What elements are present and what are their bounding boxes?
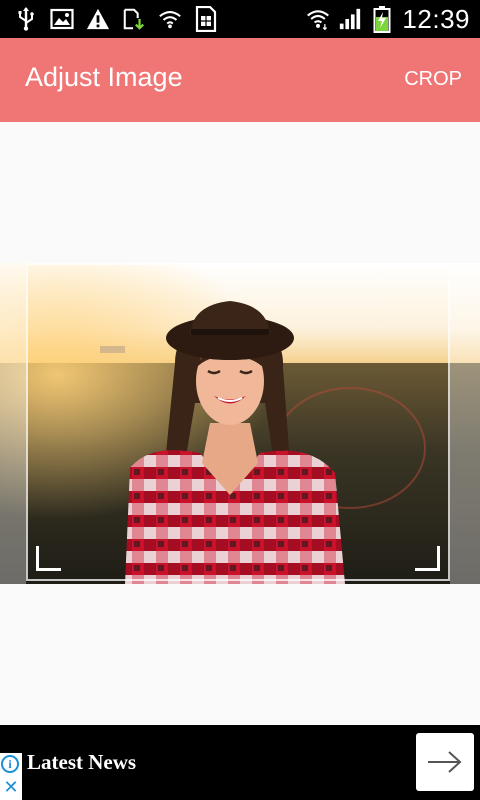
crop-image-area[interactable] bbox=[0, 263, 480, 584]
cell-signal-icon bbox=[338, 7, 362, 31]
status-bar: 12:39 bbox=[0, 0, 480, 38]
crop-button[interactable]: CROP bbox=[404, 68, 462, 91]
arrow-right-icon bbox=[428, 751, 462, 773]
crop-overlay-right bbox=[450, 263, 480, 584]
crop-handle-bottom-right[interactable] bbox=[415, 546, 440, 571]
system-icons: 12:39 bbox=[306, 4, 470, 34]
crop-frame[interactable] bbox=[26, 263, 450, 581]
wifi-icon bbox=[158, 7, 182, 31]
sim-icon bbox=[194, 6, 218, 32]
notification-icons bbox=[14, 6, 218, 32]
crop-handle-bottom-left[interactable] bbox=[36, 546, 61, 571]
info-icon[interactable]: i bbox=[1, 755, 19, 773]
close-icon[interactable]: ✕ bbox=[2, 779, 20, 797]
page-title: Adjust Image bbox=[25, 62, 183, 92]
download-icon bbox=[122, 7, 146, 31]
ad-open-button[interactable] bbox=[416, 733, 474, 791]
usb-icon bbox=[14, 7, 38, 31]
wifi-signal-icon bbox=[306, 7, 330, 31]
ad-headline[interactable]: Latest News bbox=[27, 750, 136, 775]
ad-choices[interactable]: i ✕ bbox=[0, 753, 22, 800]
warning-icon bbox=[86, 7, 110, 31]
status-clock: 12:39 bbox=[402, 3, 470, 34]
image-icon bbox=[50, 7, 74, 31]
app-bar: Adjust Image CROP bbox=[0, 38, 480, 122]
crop-overlay-left bbox=[0, 263, 26, 584]
ad-banner[interactable]: i ✕ Latest News bbox=[0, 725, 480, 800]
battery-charging-icon bbox=[370, 6, 394, 33]
